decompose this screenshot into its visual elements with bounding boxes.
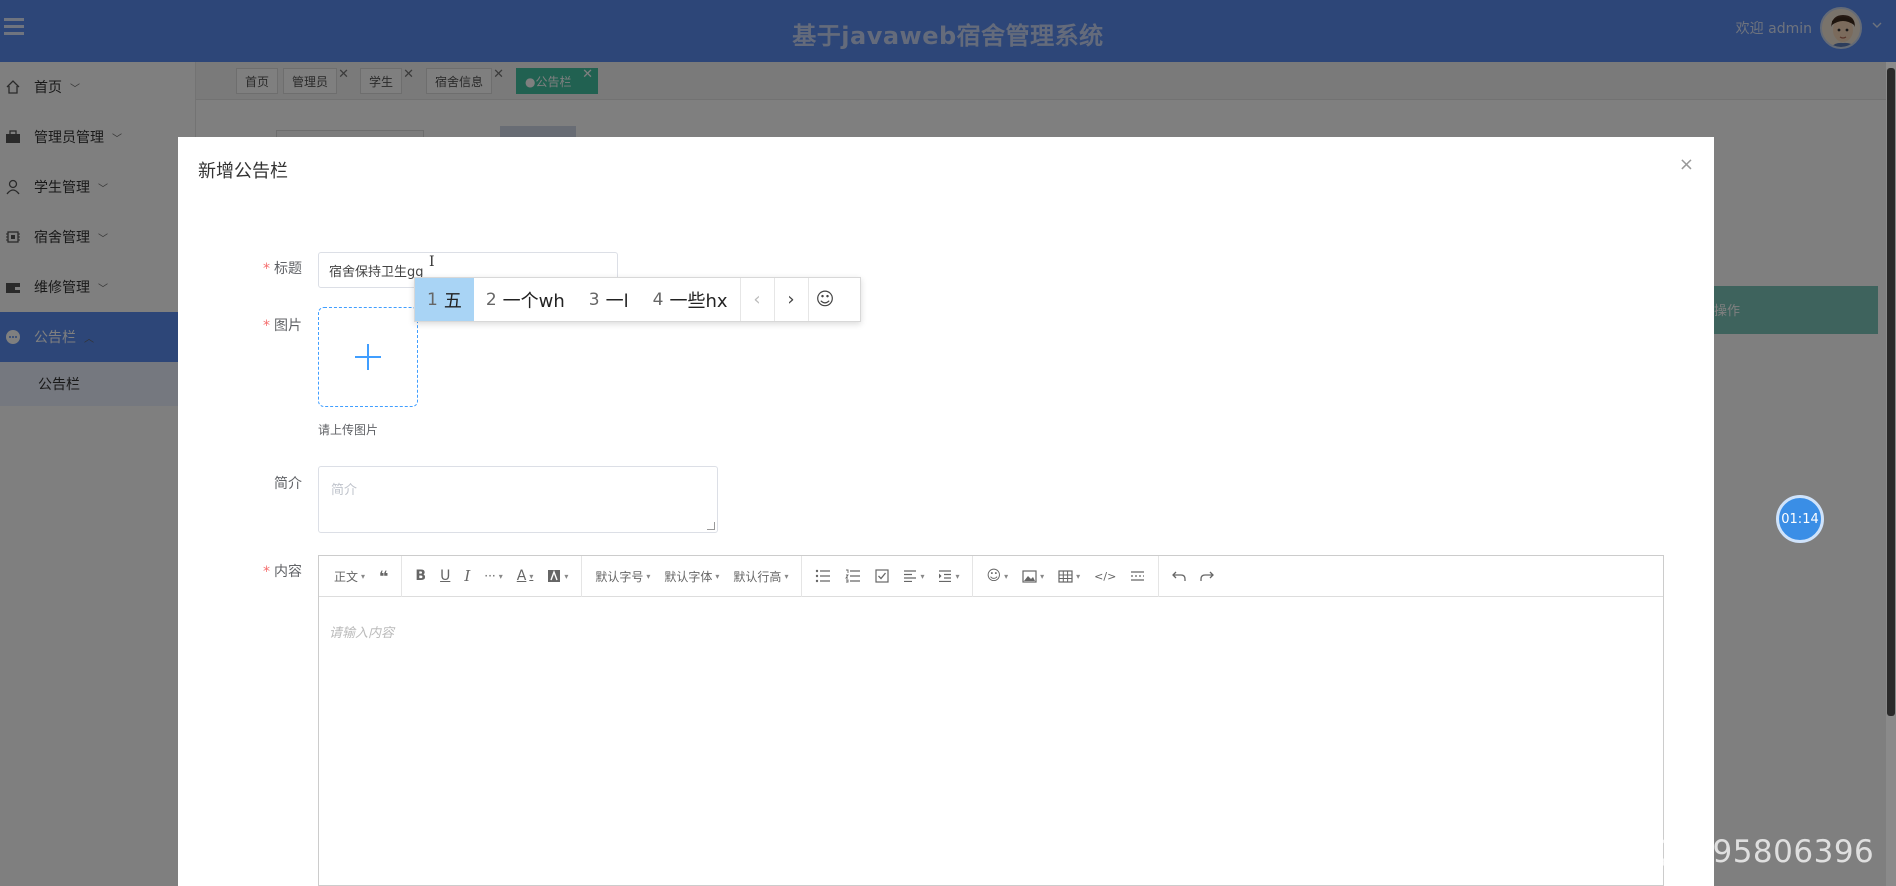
dropdown-caret-icon: ▾ — [646, 571, 651, 581]
title-label: * 标题 — [212, 258, 302, 278]
ime-candidate-number: 2 — [485, 289, 497, 310]
content-label: * 内容 — [212, 561, 302, 581]
toolbar-divider — [401, 555, 403, 597]
title-label-text: 标题 — [274, 261, 302, 277]
toolbar-divider — [581, 555, 583, 597]
dropdown-caret-icon: ▾ — [361, 571, 366, 581]
dialog-title: 新增公告栏 — [198, 161, 288, 182]
intro-label: 简介 — [212, 473, 302, 493]
page-scrollbar[interactable] — [1886, 62, 1896, 886]
toolbar-divider — [1158, 555, 1160, 597]
more-icon[interactable]: ··· ▾ — [477, 564, 509, 588]
italic-icon[interactable]: I — [457, 564, 477, 588]
ime-candidate[interactable]: 4 一些hx — [641, 278, 740, 321]
watermark: CSDN @QQ1795806396 — [1490, 834, 1875, 870]
dropdown-caret-icon: ▾ — [564, 571, 569, 581]
font-family-select[interactable]: 默认字体 ▾ — [657, 564, 726, 588]
ime-candidate[interactable]: 1五 — [415, 278, 474, 321]
toolbar-divider — [972, 555, 974, 597]
table-icon[interactable]: ▾ — [1051, 564, 1087, 588]
ime-candidate-number: 1 — [427, 289, 438, 310]
code-icon[interactable]: </> — [1087, 564, 1123, 588]
upload-tip: 请上传图片 — [318, 423, 379, 437]
todo-checkbox-icon[interactable] — [868, 564, 896, 588]
image-upload[interactable] — [318, 307, 418, 407]
floating-timer[interactable]: 01:14 — [1776, 495, 1824, 543]
dropdown-caret-icon: ▾ — [529, 571, 534, 581]
align-icon[interactable]: ▾ — [896, 564, 931, 588]
intro-placeholder: 简介 — [331, 483, 358, 498]
image-label: * 图片 — [212, 315, 302, 335]
dropdown-caret-icon: ▾ — [715, 571, 720, 581]
dropdown-caret-icon: ▾ — [955, 571, 960, 581]
ime-candidate-number: 4 — [652, 289, 664, 310]
heading-select-label: 正文 — [334, 569, 359, 584]
font-color-icon[interactable]: A ▾ — [510, 564, 541, 588]
ime-emoji-icon[interactable]: ☺ — [807, 278, 842, 321]
bullet-list-icon[interactable] — [808, 564, 838, 588]
toolbar-divider — [801, 555, 803, 597]
close-icon[interactable]: × — [1679, 155, 1694, 175]
redo-icon[interactable] — [1193, 564, 1221, 588]
ime-candidate[interactable]: 2 一个wh — [474, 278, 577, 321]
ordered-list-icon[interactable] — [838, 564, 868, 588]
underline-icon[interactable]: U — [433, 564, 457, 588]
dropdown-caret-icon: ▾ — [498, 571, 503, 581]
undo-icon[interactable] — [1165, 564, 1193, 588]
editor-toolbar: 正文 ▾ ❝ B U I ··· ▾ A ▾ ▾ 默认字号 ▾ 默认字体 ▾ 默认行高 ▾ … — [319, 555, 1663, 597]
ime-candidate-text: 一个wh — [502, 290, 565, 312]
image-label-text: 图片 — [274, 318, 302, 334]
ime-candidate-number: 3 — [588, 289, 600, 310]
dropdown-caret-icon: ▾ — [1004, 571, 1009, 581]
rich-text-editor[interactable]: 正文 ▾ ❝ B U I ··· ▾ A ▾ ▾ 默认字号 ▾ 默认字体 ▾ 默认行高 ▾ … — [318, 555, 1664, 886]
emoji-icon[interactable]: ☺ ▾ — [979, 564, 1015, 588]
editor-placeholder: 请输入内容 — [329, 626, 395, 641]
ime-candidate-text: 五 — [443, 290, 462, 312]
resize-handle-icon[interactable] — [707, 522, 715, 530]
image-insert-icon[interactable]: ▾ — [1015, 564, 1051, 588]
ime-candidate-text: 一些hx — [669, 290, 728, 312]
font-size-select-label: 默认字号 — [595, 569, 644, 584]
dropdown-caret-icon: ▾ — [920, 571, 925, 581]
line-height-select[interactable]: 默认行高 ▾ — [726, 564, 795, 588]
dropdown-caret-icon: ▾ — [1076, 571, 1081, 581]
intro-textarea[interactable]: 简介 — [318, 466, 718, 533]
text-cursor-icon: I — [429, 254, 435, 270]
required-mark: * — [263, 564, 270, 580]
ime-candidate-text: 一l — [605, 290, 629, 312]
font-size-select[interactable]: 默认字号 ▾ — [588, 564, 657, 588]
scrollbar-thumb[interactable] — [1887, 68, 1895, 716]
indent-icon[interactable]: ▾ — [931, 564, 966, 588]
ime-candidate[interactable]: 3 一l — [577, 278, 641, 321]
divider-line-icon[interactable] — [1123, 564, 1152, 588]
dropdown-caret-icon: ▾ — [1040, 571, 1045, 581]
ime-next-page-icon[interactable]: › — [773, 278, 808, 321]
content-label-text: 内容 — [274, 564, 302, 580]
title-input-value: 宿舍保持卫生gg — [329, 264, 424, 280]
plus-icon — [355, 344, 381, 370]
line-height-select-label: 默认行高 — [733, 569, 782, 584]
bold-icon[interactable]: B — [408, 564, 433, 588]
intro-label-text: 简介 — [274, 476, 302, 492]
add-notice-dialog: 新增公告栏 × * 标题 宿舍保持卫生gg I * 图片 请上传图片 简介 简介 *… — [178, 137, 1714, 886]
background-color-icon[interactable]: ▾ — [540, 564, 575, 588]
dropdown-caret-icon: ▾ — [784, 571, 789, 581]
required-mark: * — [263, 318, 270, 334]
quote-icon[interactable]: ❝ — [372, 564, 395, 588]
required-mark: * — [263, 261, 270, 277]
ime-prev-page-icon[interactable]: ‹ — [739, 278, 774, 321]
heading-select[interactable]: 正文 ▾ — [327, 564, 372, 588]
font-family-select-label: 默认字体 — [664, 569, 713, 584]
ime-candidate-bar: 1五 2 一个wh 3 一l 4 一些hx ‹ › ☺ — [414, 277, 861, 322]
